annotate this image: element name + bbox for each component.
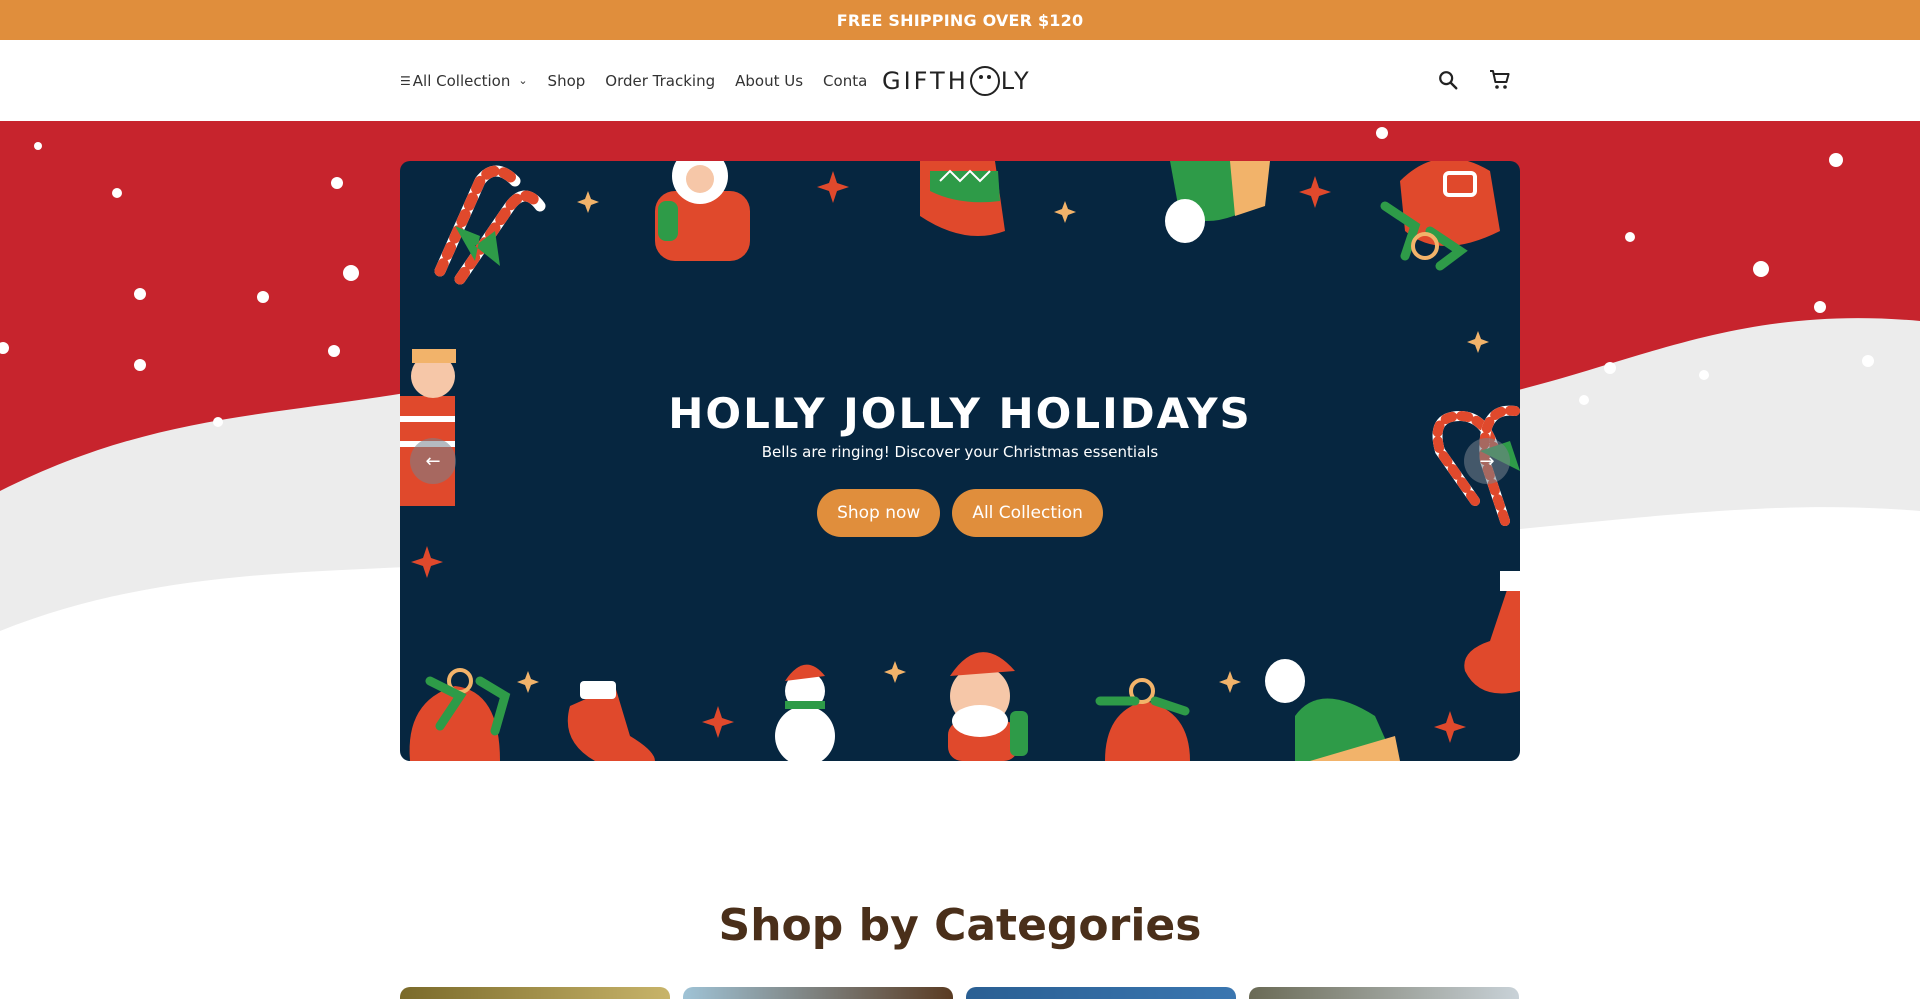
arrow-left-icon: ← [425,450,441,472]
snowman-icon [775,664,835,761]
cart-icon [1490,70,1510,89]
announcement-bar: FREE SHIPPING OVER $120 [0,0,1920,40]
main-nav: ☰ All Collection ⌄ Shop Order Tracking A… [400,40,886,121]
all-collection-button[interactable]: All Collection [952,489,1103,537]
hero-banner: HOLLY JOLLY HOLIDAYS Bells are ringing! … [400,161,1520,761]
bell-icon [920,161,1005,236]
category-card[interactable] [683,987,953,999]
chevron-down-icon: ⌄ [518,74,528,87]
site-logo[interactable]: GIFTH LY [882,64,1032,98]
sparkle-icons [517,191,1489,693]
hero-subtitle: Bells are ringing! Discover your Christm… [761,443,1159,461]
categories-heading: Shop by Categories [718,900,1202,951]
bell-icon [1380,161,1500,271]
stocking-icon [567,681,655,761]
prev-slide-button[interactable]: ← [410,438,456,484]
nav-shop-label: Shop [547,71,586,90]
nav-contact-label: Conta [823,71,867,90]
next-slide-button[interactable]: → [1464,438,1510,484]
dog-face-icon [969,66,1000,96]
hero-title: HOLLY JOLLY HOLIDAYS [668,389,1252,438]
category-card[interactable] [400,987,670,999]
announcement-text: FREE SHIPPING OVER $120 [836,10,1084,30]
stocking-icon [1464,571,1520,694]
beanie-icon [1265,659,1400,761]
logo-text-right: LY [1000,67,1032,95]
search-button[interactable] [1432,64,1464,96]
category-card[interactable] [1249,987,1519,999]
nav-shop[interactable]: Shop [548,72,586,90]
nav-order-tracking[interactable]: Order Tracking [605,72,715,90]
nav-order-tracking-label: Order Tracking [605,71,716,90]
list-icon: ☰ [400,73,411,88]
nav-all-collection-label: All Collection [412,71,511,90]
christmas-decorations [400,161,1520,761]
site-header: ☰ All Collection ⌄ Shop Order Tracking A… [0,40,1920,122]
bell-icon [409,668,511,761]
candy-cane-icon [434,165,546,285]
beanie-icon [1165,161,1270,243]
category-card[interactable] [966,987,1236,999]
hero-buttons: Shop now All Collection [400,489,1520,537]
shop-now-button[interactable]: Shop now [817,489,941,537]
bell-icon [1095,678,1190,761]
search-icon [1439,71,1458,90]
arrow-right-icon: → [1479,450,1495,472]
nav-about-us[interactable]: About Us [735,72,803,90]
nav-all-collection[interactable]: ☰ All Collection ⌄ [400,72,528,90]
logo-text-left: GIFTH [882,67,969,95]
santa-icon [655,161,750,261]
nav-about-us-label: About Us [735,71,804,90]
santa-icon [948,652,1028,761]
cart-button[interactable] [1484,64,1516,96]
nav-contact[interactable]: Conta [823,72,866,90]
